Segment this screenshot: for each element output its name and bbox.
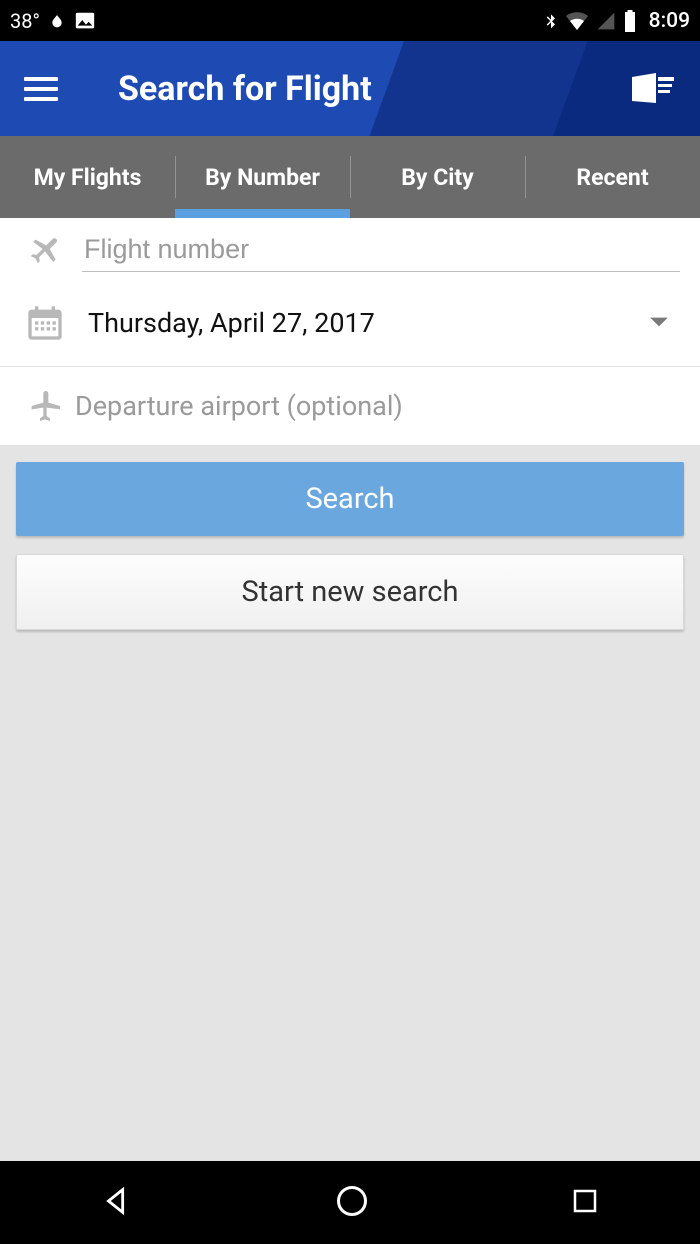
- wifi-icon: [565, 11, 589, 31]
- brand-icon[interactable]: [628, 71, 676, 107]
- plane-icon: [20, 386, 70, 426]
- bluetooth-icon: [543, 10, 559, 32]
- picture-icon: [74, 10, 96, 32]
- cell-signal-icon: [595, 11, 617, 31]
- buttons-area: Search Start new search: [0, 446, 700, 646]
- calendar-icon: [20, 303, 70, 343]
- home-icon[interactable]: [334, 1183, 370, 1223]
- flight-number-input[interactable]: [82, 226, 680, 272]
- search-button[interactable]: Search: [16, 462, 684, 536]
- departure-airport-placeholder: Departure airport (optional): [75, 390, 680, 422]
- recents-icon[interactable]: [570, 1186, 600, 1220]
- leaf-icon: [50, 14, 64, 28]
- status-bar: 38° 8:09: [0, 0, 700, 41]
- empty-area: [0, 646, 700, 1161]
- chevron-down-icon: [648, 314, 670, 333]
- menu-icon[interactable]: [24, 77, 58, 101]
- search-form: Thursday, April 27, 2017 Departure airpo…: [0, 218, 700, 446]
- button-label: Search: [305, 482, 394, 516]
- status-temperature: 38°: [10, 9, 40, 33]
- button-label: Start new search: [242, 575, 459, 609]
- back-icon[interactable]: [100, 1184, 134, 1222]
- tab-label: By City: [401, 164, 473, 191]
- date-row[interactable]: Thursday, April 27, 2017: [0, 280, 700, 367]
- start-new-search-button[interactable]: Start new search: [16, 554, 684, 630]
- tab-by-number[interactable]: By Number: [175, 136, 350, 218]
- tabs: My Flights By Number By City Recent: [0, 136, 700, 218]
- battery-icon: [623, 10, 637, 32]
- tab-label: By Number: [205, 164, 320, 191]
- plane-icon: [20, 229, 70, 269]
- app-bar: Search for Flight: [0, 41, 700, 136]
- departure-airport-row[interactable]: Departure airport (optional): [0, 367, 700, 446]
- flight-number-row: [0, 218, 700, 280]
- tab-label: Recent: [576, 164, 648, 191]
- page-title: Search for Flight: [118, 69, 628, 109]
- tab-label: My Flights: [34, 164, 142, 191]
- date-value: Thursday, April 27, 2017: [88, 307, 648, 339]
- tab-recent[interactable]: Recent: [525, 136, 700, 218]
- tab-my-flights[interactable]: My Flights: [0, 136, 175, 218]
- status-time: 8:09: [649, 9, 690, 33]
- tab-by-city[interactable]: By City: [350, 136, 525, 218]
- android-nav-bar: [0, 1161, 700, 1244]
